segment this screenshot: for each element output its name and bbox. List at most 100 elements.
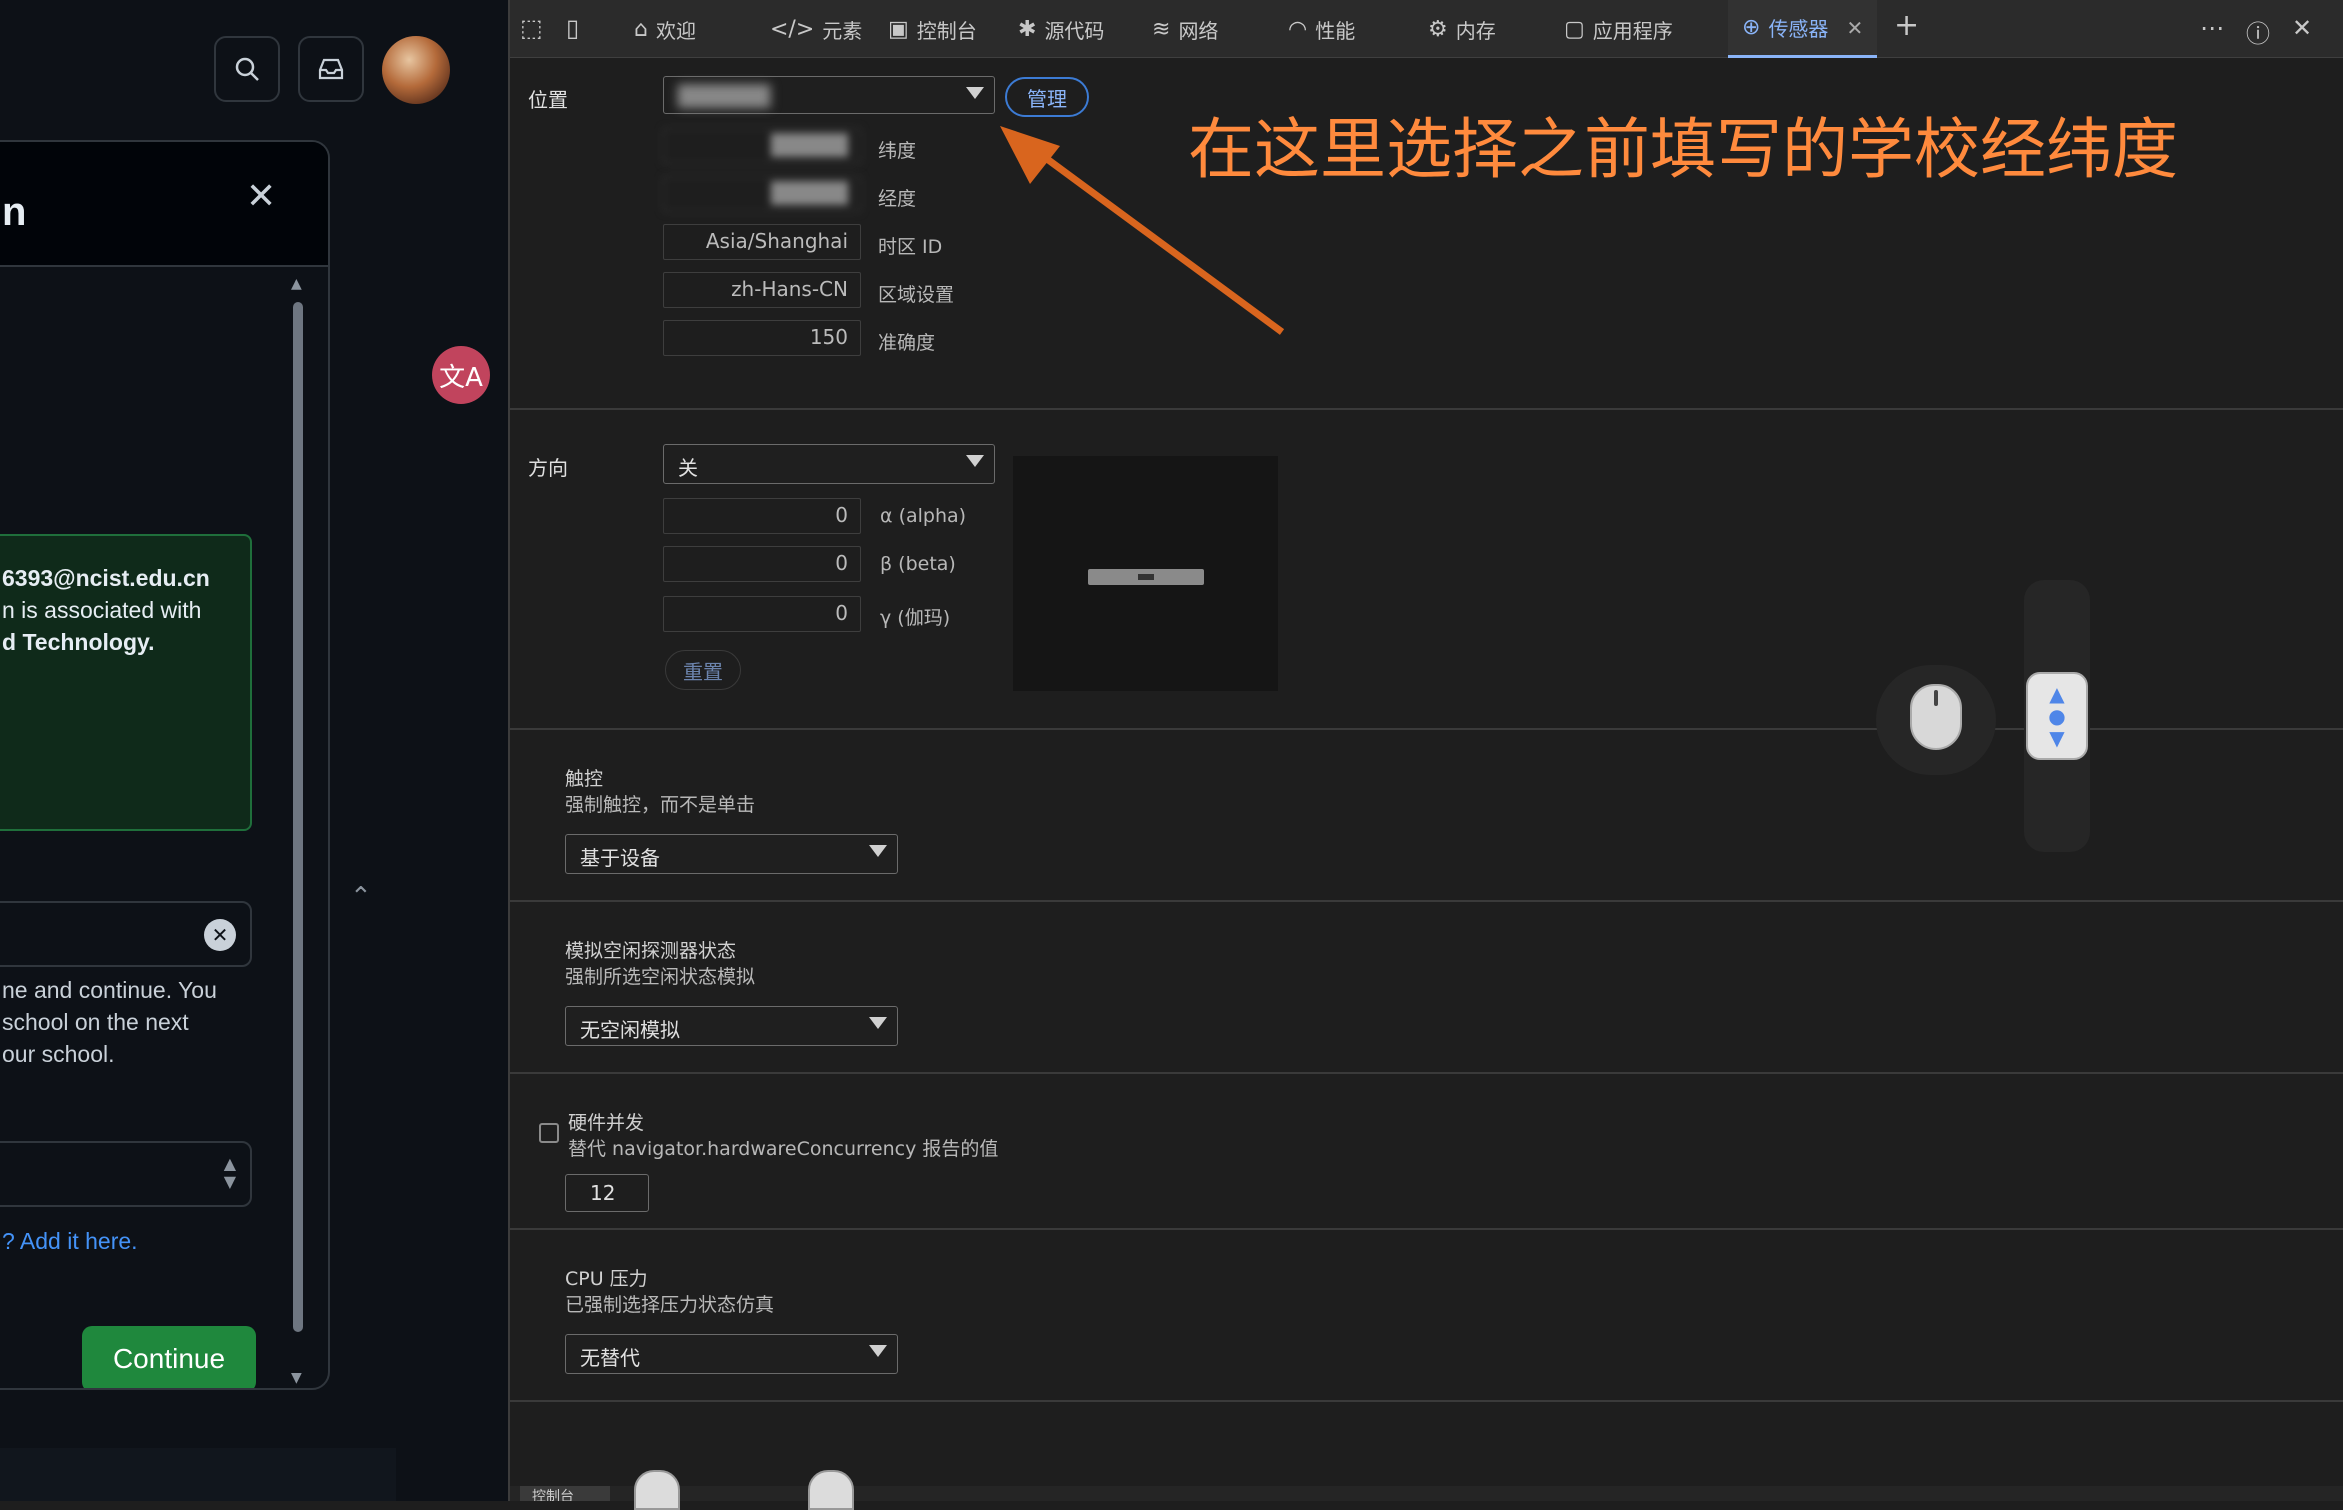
- console-icon: ▣: [888, 16, 909, 42]
- latitude-label: 纬度: [878, 140, 917, 162]
- tab-sensors[interactable]: ⊕ 传感器 ✕: [1728, 0, 1878, 58]
- left-footer: [0, 1448, 396, 1501]
- cpu-select[interactable]: 无替代: [565, 1334, 898, 1374]
- touch-select-value: 基于设备: [580, 846, 660, 870]
- wifi-icon: ≋: [1152, 16, 1171, 42]
- tab-welcome[interactable]: ⌂ 欢迎: [634, 0, 696, 58]
- scroll-up-icon[interactable]: ▲: [291, 276, 302, 292]
- tab-console[interactable]: ▣ 控制台: [888, 0, 977, 58]
- chevron-up-icon[interactable]: ⌃: [350, 882, 372, 912]
- gamma-input[interactable]: 0: [663, 596, 861, 632]
- timezone-input[interactable]: Asia/Shanghai: [663, 224, 861, 260]
- dot-icon: ●: [2048, 704, 2066, 728]
- web-page-panel: 文A ⌃ n ✕ ▲ ▼ 6393@ncist.edu.cn n is asso…: [0, 0, 508, 1501]
- idle-title: 模拟空闲探测器状态: [565, 940, 737, 962]
- chevron-down-icon: [966, 87, 984, 99]
- mouse-icon: [808, 1470, 854, 1510]
- clear-icon[interactable]: ✕: [204, 919, 236, 951]
- tab-label: 性能: [1315, 18, 1356, 43]
- add-school-link[interactable]: ? Add it here.: [2, 1228, 138, 1255]
- hardware-concurrency-checkbox[interactable]: [539, 1123, 559, 1143]
- sensor-icon: ⊕: [1742, 15, 1761, 40]
- location-select[interactable]: ██████: [663, 76, 995, 114]
- section-divider: [510, 1228, 2343, 1230]
- section-divider: [510, 1072, 2343, 1074]
- drawer-tab-console[interactable]: 控制台: [520, 1486, 610, 1501]
- help-icon[interactable]: ⓘ: [2246, 14, 2270, 49]
- tab-sources[interactable]: ✱ 源代码: [1018, 0, 1104, 58]
- search-icon: [235, 57, 259, 81]
- close-devtools-icon[interactable]: ✕: [2292, 14, 2312, 42]
- bug-icon: ✱: [1018, 16, 1037, 42]
- scroll-down-icon[interactable]: ▼: [291, 1370, 302, 1386]
- longitude-input[interactable]: █████: [663, 176, 861, 212]
- tab-label: 控制台: [916, 18, 977, 43]
- continue-button[interactable]: Continue: [82, 1326, 256, 1388]
- close-tab-icon[interactable]: ✕: [1846, 16, 1863, 40]
- concurrency-input[interactable]: 12: [565, 1174, 649, 1212]
- cpu-title: CPU 压力: [565, 1268, 648, 1290]
- search-button[interactable]: [214, 36, 280, 102]
- annotation-text: 在这里选择之前填写的学校经纬度: [1188, 111, 2178, 188]
- longitude-label: 经度: [878, 188, 917, 210]
- reset-button[interactable]: 重置: [665, 650, 741, 690]
- tab-network[interactable]: ≋ 网络: [1152, 0, 1218, 58]
- arrow-down-icon: ▼: [2049, 726, 2065, 750]
- locale-input[interactable]: zh-Hans-CN: [663, 272, 861, 308]
- manage-button[interactable]: 管理: [1005, 77, 1089, 117]
- scroll-icon[interactable]: ▲ ● ▼: [2026, 672, 2088, 760]
- help-line: ne and continue. You: [2, 977, 217, 1003]
- tab-label: 元素: [822, 18, 863, 43]
- school-name-input[interactable]: ✕: [0, 901, 252, 967]
- latitude-input[interactable]: █████: [663, 128, 861, 164]
- orientation-label: 方向: [528, 456, 568, 480]
- tab-application[interactable]: ▢ 应用程序: [1564, 0, 1673, 58]
- accuracy-input[interactable]: 150: [663, 320, 861, 356]
- alpha-input[interactable]: 0: [663, 498, 861, 534]
- more-icon[interactable]: ⋯: [2200, 14, 2224, 42]
- tab-label: 欢迎: [655, 18, 696, 43]
- mouse-icon: [634, 1470, 680, 1510]
- select-arrows-icon: ▲ ▼: [223, 1154, 236, 1191]
- dialog-scrollbar[interactable]: ▲ ▼: [288, 272, 308, 1388]
- add-tab-icon[interactable]: +: [1894, 8, 1919, 43]
- tab-memory[interactable]: ⚙ 内存: [1428, 0, 1496, 58]
- idle-desc: 强制所选空闲状态模拟: [565, 966, 756, 988]
- touch-title: 触控: [565, 768, 604, 790]
- beta-input[interactable]: 0: [663, 546, 861, 582]
- orientation-select[interactable]: 关: [663, 444, 995, 484]
- dialog-title: n: [2, 190, 27, 234]
- memory-icon: ⚙: [1428, 16, 1448, 42]
- tab-elements[interactable]: </> 元素: [770, 0, 862, 58]
- home-icon: ⌂: [634, 16, 648, 42]
- idle-select[interactable]: 无空闲模拟: [565, 1006, 898, 1046]
- devtools-toolbar: ⬚ ▯ ⌂ 欢迎 </> 元素 ▣ 控制台 ✱ 源代码 ≋ 网络 ◠ 性能 ⚙ 内存 ▢ 应用程…: [510, 0, 2343, 58]
- tab-label: 网络: [1178, 18, 1219, 43]
- timezone-label: 时区 ID: [878, 236, 943, 258]
- window-icon: ▢: [1564, 16, 1585, 42]
- inspect-icon[interactable]: ⬚: [520, 14, 543, 42]
- school-select[interactable]: ▲ ▼: [0, 1141, 252, 1207]
- inbox-button[interactable]: [298, 36, 364, 102]
- association-text-2: d Technology.: [2, 629, 155, 655]
- scrollbar-thumb[interactable]: [293, 302, 303, 1332]
- mouse-wheel: [1934, 690, 1938, 706]
- avatar[interactable]: [382, 36, 450, 104]
- email-association-notice: 6393@ncist.edu.cn n is associated with d…: [0, 534, 252, 831]
- chevron-down-icon: [869, 1017, 887, 1029]
- close-icon[interactable]: ✕: [246, 176, 276, 217]
- section-divider: [510, 1400, 2343, 1402]
- help-line: school on the next: [2, 1009, 189, 1035]
- touch-select[interactable]: 基于设备: [565, 834, 898, 874]
- translate-icon[interactable]: 文A: [432, 346, 490, 404]
- device-model-detail: [1138, 574, 1154, 580]
- tab-label: 传感器: [1768, 17, 1829, 41]
- accuracy-label: 准确度: [878, 332, 936, 354]
- chevron-down-icon: [869, 845, 887, 857]
- section-divider: [510, 408, 2343, 410]
- alpha-label: α (alpha): [880, 505, 967, 527]
- help-text: ne and continue. You school on the next …: [2, 974, 252, 1070]
- tab-performance[interactable]: ◠ 性能: [1288, 0, 1355, 58]
- device-toolbar-icon[interactable]: ▯: [566, 14, 579, 42]
- cpu-select-value: 无替代: [580, 1346, 640, 1370]
